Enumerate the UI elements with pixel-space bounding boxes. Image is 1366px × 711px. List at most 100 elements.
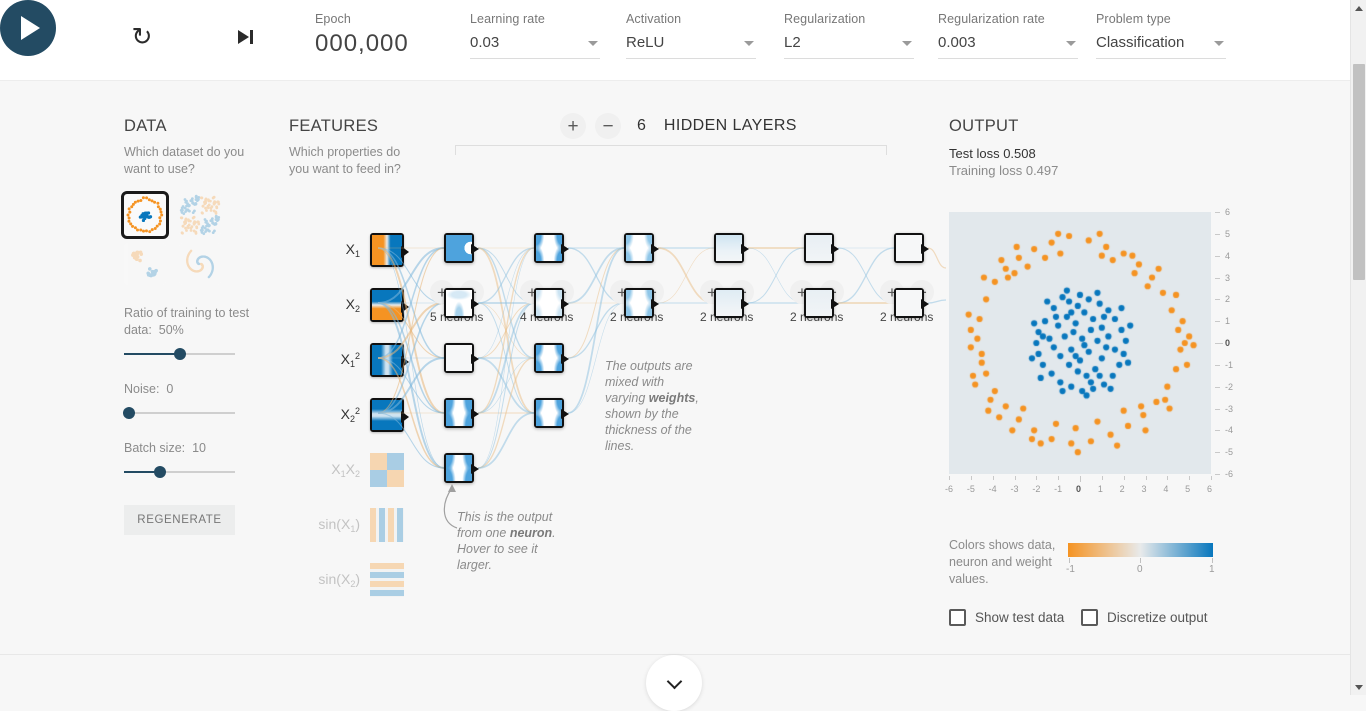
- train-test-ratio-slider[interactable]: [124, 347, 235, 361]
- show-test-data-label: Show test data: [975, 610, 1064, 625]
- feature-row-x1: X1: [289, 222, 404, 277]
- checkbox-box[interactable]: [1081, 609, 1098, 626]
- checkbox-box[interactable]: [949, 609, 966, 626]
- chevron-down-icon: [588, 41, 598, 46]
- legend-label-mid: 0: [1137, 564, 1143, 575]
- neuron-activation-map: [446, 455, 472, 481]
- feature-label-sinx2: sin(X2): [318, 571, 360, 589]
- neuron-node-L4-N2[interactable]: [714, 288, 744, 318]
- neuron-node-L2-N1[interactable]: [534, 233, 564, 263]
- y-axis-tick: [1215, 278, 1220, 279]
- dataset-thumbnail-circle[interactable]: [124, 194, 166, 236]
- noise-slider[interactable]: [124, 406, 235, 420]
- play-button[interactable]: [0, 0, 56, 56]
- feature-x2-squared[interactable]: [370, 398, 404, 432]
- select-problem-type[interactable]: Classification: [1096, 34, 1226, 59]
- dataset-thumbnail-grid: [124, 194, 274, 285]
- neuron-activation-map: [626, 235, 652, 261]
- feature-x1-squared[interactable]: [370, 343, 404, 377]
- y-axis-tick: [1215, 212, 1220, 213]
- expand-more-button[interactable]: [646, 655, 702, 711]
- scatter-canvas: [949, 212, 1211, 474]
- neuron-node-L1-N5[interactable]: [444, 453, 474, 483]
- neuron-activation-map: [806, 290, 832, 316]
- dataset-thumbnail-spiral[interactable]: [179, 243, 221, 285]
- neuron-output-tip: [561, 354, 569, 364]
- neuron-node-L4-N1[interactable]: [714, 233, 744, 263]
- slider-knob[interactable]: [174, 348, 186, 360]
- epoch-display: Epoch 000,000: [315, 12, 409, 58]
- x-axis-tick: [1124, 476, 1125, 480]
- neuron-node-L5-N1[interactable]: [804, 233, 834, 263]
- scrollbar-thumb[interactable]: [1353, 64, 1365, 280]
- output-scatter-plot[interactable]: [949, 212, 1211, 474]
- step-forward-button[interactable]: [238, 26, 262, 48]
- x-axis-tick: [971, 476, 972, 480]
- feature-x1x2[interactable]: [370, 453, 404, 487]
- neuron-node-L6-N1[interactable]: [894, 233, 924, 263]
- neuron-node-L3-N2[interactable]: [624, 288, 654, 318]
- neuron-output-tip: [741, 299, 749, 309]
- page-scrollbar[interactable]: [1350, 0, 1366, 695]
- select-regularization-rate[interactable]: 0.003: [938, 34, 1078, 59]
- reset-icon[interactable]: ↻: [128, 23, 156, 51]
- y-axis-tick-label: 4: [1225, 251, 1230, 261]
- scroll-down-arrow-icon[interactable]: [1351, 679, 1366, 695]
- feature-x1[interactable]: [370, 233, 404, 267]
- neuron-activation-map: [536, 400, 562, 426]
- data-panel: DATA Which dataset do you want to use? R…: [124, 117, 274, 535]
- legend-label-min: -1: [1066, 564, 1075, 575]
- neuron-node-L1-N4[interactable]: [444, 398, 474, 428]
- neuron-node-L1-N2[interactable]: [444, 288, 474, 318]
- neuron-node-L2-N2[interactable]: [534, 288, 564, 318]
- feature-sin-x1[interactable]: [370, 508, 404, 542]
- feature-icon-fill: [370, 563, 404, 597]
- feature-sin-x2[interactable]: [370, 563, 404, 597]
- feature-output-tip: [401, 246, 409, 258]
- neuron-node-L6-N2[interactable]: [894, 288, 924, 318]
- neuron-output-tip: [471, 409, 479, 419]
- neuron-node-L3-N1[interactable]: [624, 233, 654, 263]
- show-test-data-checkbox[interactable]: Show test data: [949, 609, 1064, 626]
- slider-knob[interactable]: [154, 466, 166, 478]
- discretize-output-checkbox[interactable]: Discretize output: [1081, 609, 1208, 626]
- y-axis-tick: [1215, 343, 1223, 344]
- neuron-output-tip: [921, 244, 929, 254]
- neuron-node-L1-N3[interactable]: [444, 343, 474, 373]
- discretize-output-label: Discretize output: [1107, 610, 1208, 625]
- neuron-output-tip: [651, 244, 659, 254]
- y-axis-tick: [1215, 234, 1220, 235]
- dataset-thumbnail-gaussian[interactable]: [124, 243, 166, 285]
- x-axis-tick: [1189, 476, 1190, 480]
- feature-output-tip: [401, 411, 409, 423]
- neuron-output-tip: [471, 354, 479, 364]
- select-value: 0.03: [470, 34, 499, 51]
- regenerate-button[interactable]: REGENERATE: [124, 505, 235, 535]
- output-panel: OUTPUT Test loss 0.508 Training loss 0.4…: [949, 117, 1239, 178]
- select-regularization[interactable]: L2: [784, 34, 914, 59]
- test-loss: Test loss 0.508: [949, 146, 1239, 161]
- x-axis-tick: [1211, 476, 1212, 480]
- neuron-activation-map: [536, 235, 562, 261]
- x-axis-tick-label: 5: [1185, 484, 1190, 494]
- neuron-node-L2-N3[interactable]: [534, 343, 564, 373]
- dataset-thumbnail-exclusive-or[interactable]: [179, 194, 221, 236]
- color-legend-gradient: [1068, 543, 1213, 557]
- x-axis-tick-label: -3: [1011, 484, 1019, 494]
- neuron-node-L2-N4[interactable]: [534, 398, 564, 428]
- neuron-node-L1-N1[interactable]: [444, 233, 474, 263]
- neuron-node-L5-N2[interactable]: [804, 288, 834, 318]
- neuron-activation-map: [446, 235, 472, 261]
- feature-x2[interactable]: [370, 288, 404, 322]
- select-label: Activation: [626, 12, 756, 26]
- x-axis-tick: [1058, 476, 1059, 480]
- chevron-down-icon: [1066, 41, 1076, 46]
- x-axis-tick-label: -1: [1054, 484, 1062, 494]
- batch-size-slider[interactable]: [124, 465, 235, 479]
- select-activation[interactable]: ReLU: [626, 34, 756, 59]
- x-axis-tick-label: 6: [1207, 484, 1212, 494]
- slider-knob[interactable]: [123, 407, 135, 419]
- scroll-up-arrow-icon[interactable]: [1351, 0, 1366, 16]
- select-learning-rate[interactable]: 0.03: [470, 34, 600, 59]
- noise-label: Noise: 0: [124, 381, 274, 398]
